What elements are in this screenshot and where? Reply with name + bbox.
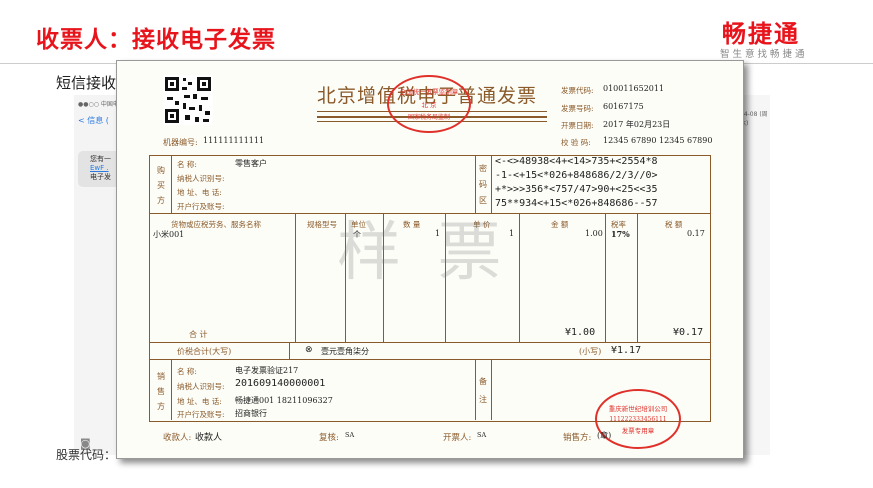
- cancel-circle-icon: ⊗: [305, 345, 313, 355]
- invoice-number-label: 发票号码:: [561, 104, 594, 113]
- seller-tax-id-label: 纳税人识别号:: [177, 382, 225, 391]
- col-header-amount: 金 额: [551, 220, 569, 229]
- phone-back-button[interactable]: < 信息 (: [78, 115, 109, 126]
- col-header-spec: 规格型号: [307, 220, 337, 229]
- seller-address-label: 地 址、电 话:: [177, 397, 222, 406]
- remarks-label: 备注: [479, 377, 487, 404]
- grand-total-label: 价税合计(大写): [177, 347, 232, 356]
- brand-tagline: 智生意找畅捷通: [720, 49, 808, 60]
- payee-label: 收款人:: [163, 433, 192, 443]
- cipher-line: -1-<+15<*026+848686/2/3//0>: [495, 170, 658, 181]
- item-name: 小米001: [153, 230, 185, 239]
- invoice-date: 2017 年02月23日: [603, 120, 671, 129]
- total-tax: ¥0.17: [673, 327, 704, 338]
- payee-name: 收款人: [195, 433, 223, 443]
- item-amount: 1.00: [585, 229, 603, 238]
- buyer-bank-label: 开户行及账号:: [177, 202, 225, 211]
- sample-watermark: 样 票: [337, 216, 510, 290]
- issuer-name: SA: [477, 431, 487, 439]
- seller-sign-label: 销售方:: [563, 433, 592, 443]
- issuer-label: 开票人:: [443, 433, 472, 443]
- check-code: 12345 67890 12345 67890: [603, 136, 713, 145]
- cipher-line: +*>>>356*<757/47>90+<25<<35: [495, 184, 658, 195]
- buyer-section-label: 购买方: [157, 166, 165, 205]
- cipher-line: <-<>48938<4+<14>735+<2554*8: [495, 156, 658, 167]
- invoice-date-label: 开票日期:: [561, 121, 594, 130]
- buyer-name-label: 名 称:: [177, 160, 197, 169]
- brand-logo: 畅捷通: [722, 20, 800, 48]
- seller-name-label: 名 称:: [177, 367, 197, 376]
- check-code-label: 校 验 码:: [561, 138, 591, 147]
- total-label: 合 计: [189, 330, 208, 339]
- buyer-name: 零售客户: [235, 159, 267, 168]
- grand-total-small: ¥1.17: [611, 345, 642, 356]
- invoice-code: 010011652011: [603, 84, 665, 93]
- reviewer-label: 复核:: [319, 433, 339, 443]
- seller-address: 畅捷通001 18211096327: [235, 396, 333, 405]
- seller-section-label: 销售方: [157, 372, 165, 411]
- machine-no-label: 机器编号:: [163, 138, 198, 147]
- tax-bureau-stamp: 全国统一发票监制章 北 京 国家税务局监制: [387, 75, 471, 133]
- machine-no: 111111111111: [203, 136, 265, 145]
- grand-total-words: 壹元壹角柒分: [321, 347, 369, 356]
- seller-sign-mark: (章): [597, 431, 612, 440]
- reviewer-name: SA: [345, 431, 355, 439]
- seller-bank: 招商银行: [235, 409, 267, 418]
- seller-name: 电子发票验证217: [235, 366, 299, 375]
- grand-total-small-label: (小写): [579, 347, 602, 356]
- phone-status-bar: ●●○○ 中国电: [78, 101, 119, 108]
- col-header-tax: 税 额: [665, 220, 683, 229]
- invoice-number: 60167175: [603, 102, 644, 111]
- invoice-code-label: 发票代码:: [561, 86, 594, 95]
- cipher-line: 75**934<+15<*026+848686--57: [495, 198, 658, 209]
- total-amount: ¥1.00: [565, 327, 596, 338]
- item-price: 1: [509, 229, 515, 238]
- seller-bank-label: 开户行及账号:: [177, 410, 225, 419]
- invoice-image: 北京增值税电子普通发票 发票代码: 010011652011 发票号码: 601…: [116, 60, 744, 459]
- col-header-name: 货物或应税劳务、服务名称: [171, 220, 261, 229]
- item-tax: 0.17: [687, 229, 705, 238]
- buyer-address-label: 地 址、电 话:: [177, 188, 222, 197]
- seller-tax-id: 201609140000001: [235, 378, 326, 389]
- stock-code-label: 股票代码：: [56, 448, 117, 462]
- slide-title: 收票人：接收电子发票: [36, 27, 276, 53]
- qr-code-icon: [163, 75, 213, 125]
- phone-timestamp: 04-08 (周六): [740, 111, 768, 127]
- buyer-tax-id-label: 纳税人识别号:: [177, 174, 225, 183]
- item-rate: 17%: [611, 229, 630, 239]
- sms-label: 短信接收: [56, 74, 117, 92]
